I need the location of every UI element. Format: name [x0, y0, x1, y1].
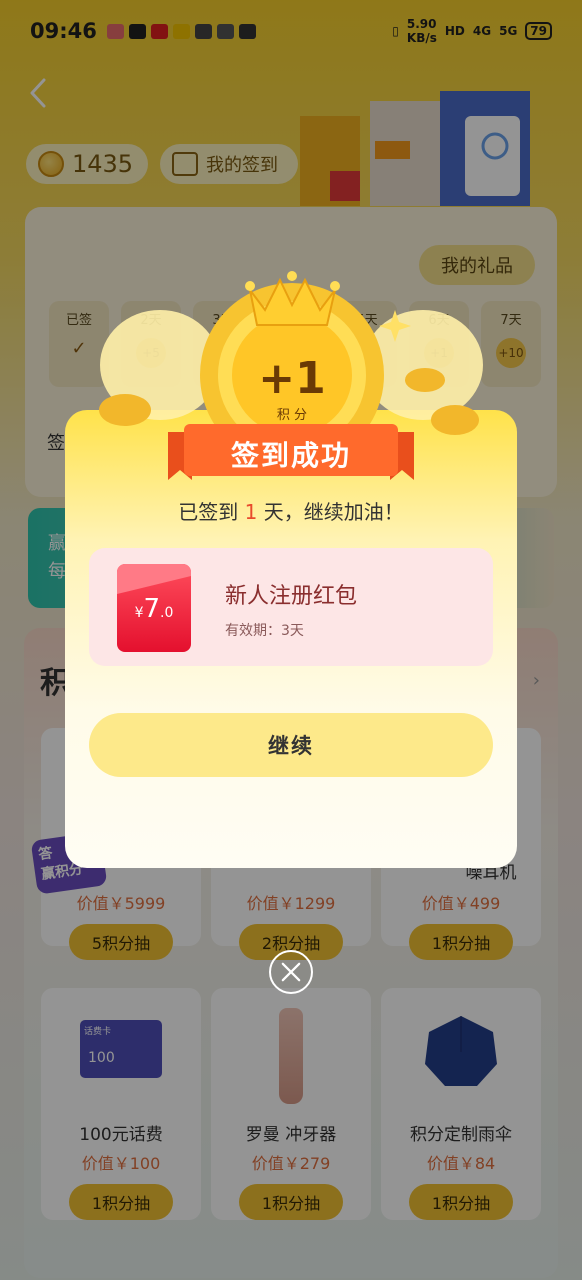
red-packet-icon: ¥7.0	[117, 564, 191, 652]
modal-title: 签到成功	[230, 439, 351, 472]
points-gained: +1	[258, 353, 326, 404]
checkin-streak-text: 已签到 1 天，继续加油！	[178, 500, 404, 524]
coupon-validity: 有效期：3天	[225, 623, 304, 639]
coupon-amount: ¥7.0	[134, 594, 174, 624]
continue-button[interactable]: 继续	[89, 713, 493, 777]
close-icon[interactable]	[269, 950, 313, 994]
points-gained-unit: 积 分	[276, 408, 308, 423]
coupon-card[interactable]: ¥7.0 新人注册红包 有效期：3天	[89, 548, 493, 666]
coupon-title: 新人注册红包	[225, 584, 358, 609]
